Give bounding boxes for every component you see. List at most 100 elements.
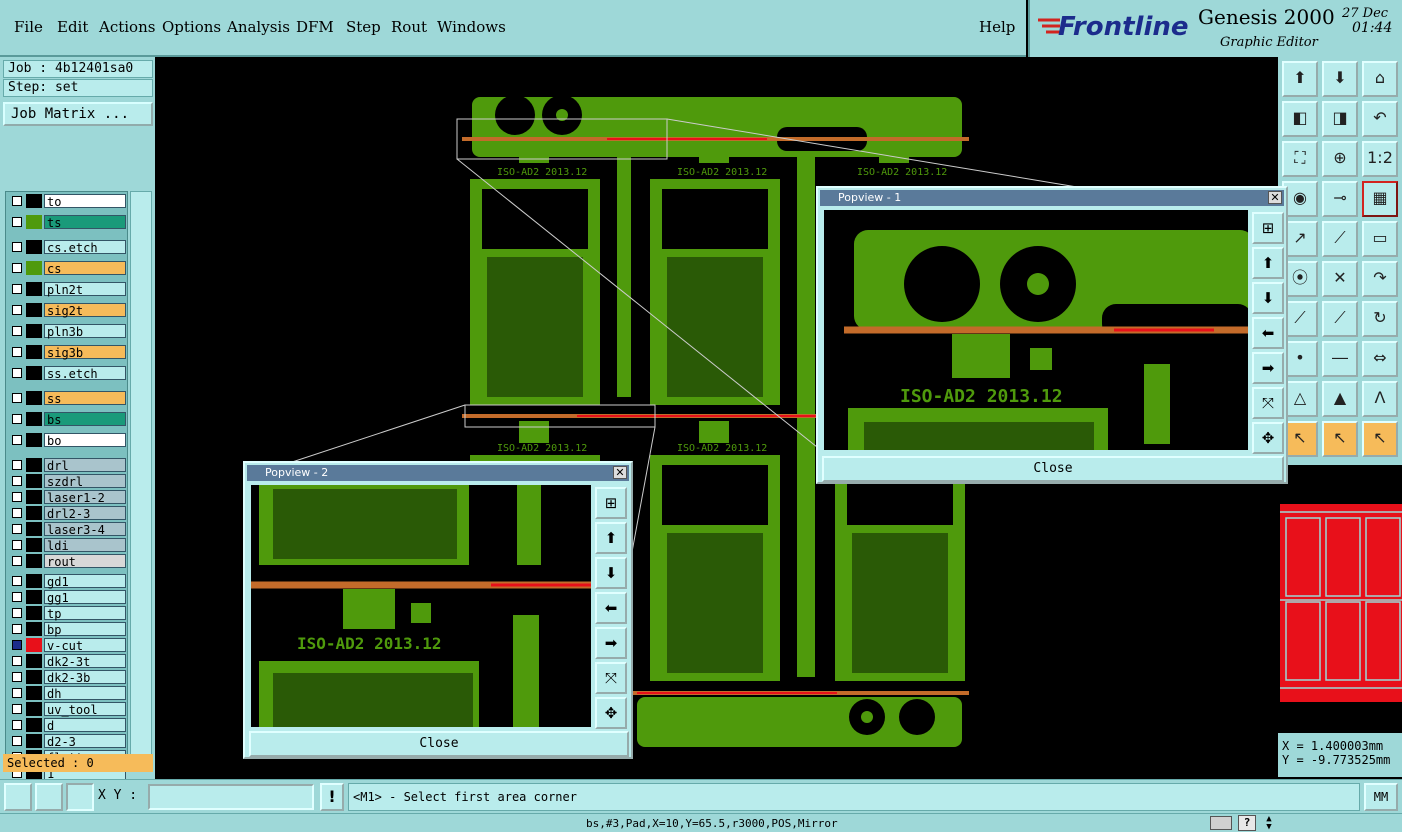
units-button[interactable]: MM: [1364, 783, 1398, 811]
layer-row[interactable]: laser3-4: [8, 522, 128, 537]
layer-row[interactable]: cs: [8, 261, 128, 276]
zoom-back-icon[interactable]: ↶: [1362, 101, 1398, 137]
layer-row[interactable]: pln3b: [8, 324, 128, 339]
layer-row[interactable]: dk2-3t: [8, 654, 128, 669]
layer-checkbox[interactable]: [12, 368, 22, 378]
layer-color-swatch[interactable]: [26, 554, 42, 568]
pan-right-icon[interactable]: ➡: [595, 627, 627, 659]
layer-row[interactable]: uv_tool: [8, 702, 128, 717]
layer-color-swatch[interactable]: [26, 734, 42, 748]
layer-checkbox[interactable]: [12, 414, 22, 424]
layer-color-swatch[interactable]: [26, 458, 42, 472]
layer-row[interactable]: sig3b: [8, 345, 128, 360]
pan-down-icon[interactable]: ⬇: [595, 557, 627, 589]
layer-row[interactable]: bo: [8, 433, 128, 448]
layer-color-swatch[interactable]: [26, 638, 42, 652]
layer-row[interactable]: ldi: [8, 538, 128, 553]
pan-up-icon[interactable]: ⬆: [1252, 247, 1284, 279]
layer-row[interactable]: sig2t: [8, 303, 128, 318]
layer-name[interactable]: sig3b: [44, 345, 126, 360]
job-matrix-button[interactable]: Job Matrix ...: [3, 102, 153, 126]
layer-checkbox[interactable]: [12, 556, 22, 566]
layer-color-swatch[interactable]: [26, 240, 42, 254]
layer-color-swatch[interactable]: [26, 702, 42, 716]
zoom-in-icon[interactable]: ⊞: [595, 487, 627, 519]
layer-color-swatch[interactable]: [26, 522, 42, 536]
pan-right-icon[interactable]: ◨: [1322, 101, 1358, 137]
popview-2-close-button[interactable]: Close: [249, 731, 629, 757]
layer-toggle-icon[interactable]: ▦: [1362, 181, 1398, 217]
keyboard-icon[interactable]: [1210, 816, 1232, 830]
pan-right-icon[interactable]: ➡: [1252, 352, 1284, 384]
zoom-step-icon[interactable]: ⬇: [1322, 61, 1358, 97]
layer-name[interactable]: bs: [44, 412, 126, 427]
zoom-area-button[interactable]: [4, 783, 32, 811]
layer-checkbox[interactable]: [12, 492, 22, 502]
layer-row[interactable]: drl: [8, 458, 128, 473]
menu-dfm[interactable]: DFM: [296, 18, 334, 36]
layer-name[interactable]: bo: [44, 433, 126, 448]
menu-rout[interactable]: Rout: [391, 18, 427, 36]
layer-color-swatch[interactable]: [26, 215, 42, 229]
layer-row[interactable]: bs: [8, 412, 128, 427]
arrow-a-icon[interactable]: ▲: [1322, 381, 1358, 417]
layer-checkbox[interactable]: [12, 736, 22, 746]
layer-name[interactable]: ts: [44, 215, 126, 230]
layer-checkbox[interactable]: [12, 592, 22, 602]
layer-name[interactable]: dk2-3t: [44, 654, 126, 669]
ruler-icon[interactable]: ▭: [1362, 221, 1398, 257]
layer-checkbox[interactable]: [12, 217, 22, 227]
layer-color-swatch[interactable]: [26, 303, 42, 317]
layer-name[interactable]: laser1-2: [44, 490, 126, 505]
layer-checkbox[interactable]: [12, 540, 22, 550]
layer-color-swatch[interactable]: [26, 538, 42, 552]
menu-actions[interactable]: Actions: [99, 18, 155, 36]
layer-row[interactable]: pln2t: [8, 282, 128, 297]
layer-color-swatch[interactable]: [26, 490, 42, 504]
center-icon[interactable]: ✥: [595, 697, 627, 729]
layer-row[interactable]: d2-3: [8, 734, 128, 749]
xy-input[interactable]: [148, 784, 314, 810]
layer-list-scrollbar[interactable]: [130, 191, 152, 763]
layer-name[interactable]: sig2t: [44, 303, 126, 318]
layer-row[interactable]: laser1-2: [8, 490, 128, 505]
route-icon[interactable]: ↷: [1362, 261, 1398, 297]
layer-row[interactable]: v-cut: [8, 638, 128, 653]
pan-down-icon[interactable]: ⬇: [1252, 282, 1284, 314]
layer-name[interactable]: d: [44, 718, 126, 733]
layer-checkbox[interactable]: [12, 720, 22, 730]
layer-row[interactable]: cs.etch: [8, 240, 128, 255]
menu-analysis[interactable]: Analysis: [227, 18, 290, 36]
info-button[interactable]: !: [320, 783, 344, 811]
layer-row[interactable]: szdrl: [8, 474, 128, 489]
layer-color-swatch[interactable]: [26, 670, 42, 684]
layer-name[interactable]: cs: [44, 261, 126, 276]
layer-row[interactable]: rout: [8, 554, 128, 569]
layer-row[interactable]: ss.etch: [8, 366, 128, 381]
pan-up-icon[interactable]: ⬆: [595, 522, 627, 554]
layer-checkbox[interactable]: [12, 656, 22, 666]
layer-name[interactable]: d2-3: [44, 734, 126, 749]
layer-checkbox[interactable]: [12, 624, 22, 634]
layer-name[interactable]: gg1: [44, 590, 126, 605]
layer-color-swatch[interactable]: [26, 324, 42, 338]
layer-color-swatch[interactable]: [26, 282, 42, 296]
layer-name[interactable]: dh: [44, 686, 126, 701]
popview-1-view[interactable]: ISO-AD2 2013.12: [824, 210, 1248, 450]
layer-checkbox[interactable]: [12, 305, 22, 315]
menu-edit[interactable]: Edit: [57, 18, 88, 36]
layer-row[interactable]: dh: [8, 686, 128, 701]
layer-name[interactable]: ss: [44, 391, 126, 406]
layer-checkbox[interactable]: [12, 347, 22, 357]
delete-line-icon[interactable]: ―: [1322, 341, 1358, 377]
layer-color-swatch[interactable]: [26, 718, 42, 732]
layer-checkbox[interactable]: [12, 393, 22, 403]
zoom-home-icon[interactable]: ⬆: [1282, 61, 1318, 97]
layer-checkbox[interactable]: [12, 524, 22, 534]
layer-name[interactable]: pln3b: [44, 324, 126, 339]
dimension-icon[interactable]: ⇔: [1362, 341, 1398, 377]
layer-color-swatch[interactable]: [26, 261, 42, 275]
layer-checkbox[interactable]: [12, 196, 22, 206]
center-icon[interactable]: ✥: [1252, 422, 1284, 454]
layer-checkbox[interactable]: [12, 640, 22, 650]
